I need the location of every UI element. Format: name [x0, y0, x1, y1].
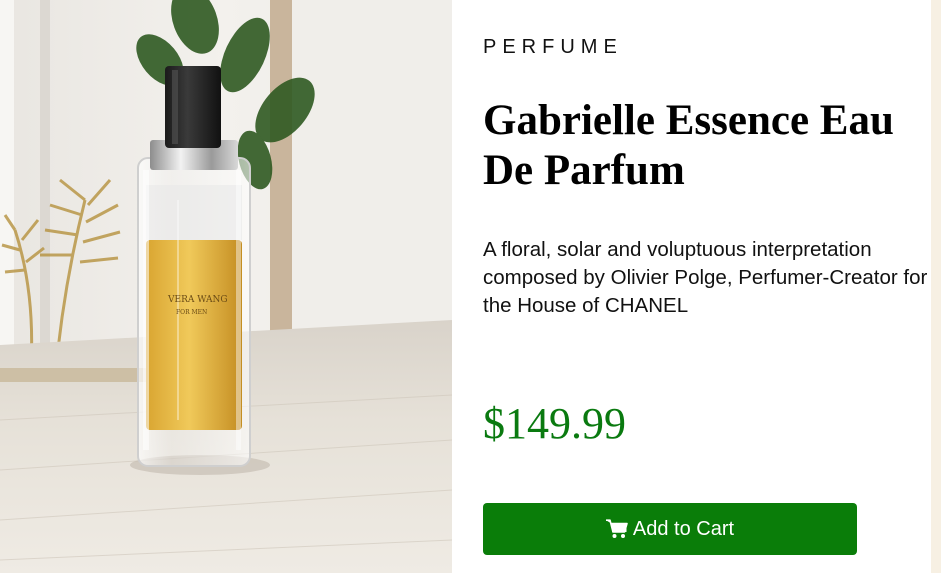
add-to-cart-label: Add to Cart — [632, 517, 735, 540]
product-info: PERFUME Gabrielle Essence Eau De Parfum … — [452, 0, 931, 573]
add-to-cart-button[interactable]: Add to Cart — [483, 503, 857, 555]
product-category: PERFUME — [483, 36, 623, 58]
product-image: VERA WANG FOR MEN — [0, 0, 452, 573]
product-description: A floral, solar and voluptuous interpret… — [483, 238, 928, 317]
svg-text:FOR MEN: FOR MEN — [176, 309, 207, 316]
shopping-cart-icon — [605, 519, 628, 539]
product-card: VERA WANG FOR MEN PERFUME Gabrielle Esse… — [0, 0, 931, 573]
product-title: Gabrielle Essence Eau De Parfum — [483, 97, 894, 194]
svg-text:VERA WANG: VERA WANG — [167, 295, 228, 305]
product-price: $149.99 — [483, 399, 626, 448]
